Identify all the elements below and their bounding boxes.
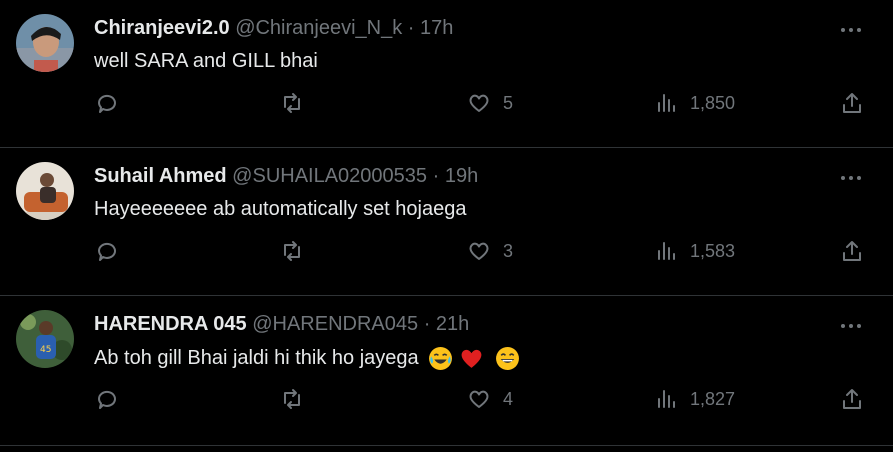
reply-text: Hayeeeeeee ab automatically set hojaega (94, 198, 467, 220)
comment-icon (97, 390, 116, 409)
retweet-button[interactable] (280, 384, 304, 414)
heart-icon (469, 242, 489, 260)
views-button[interactable]: 1,583 (654, 236, 735, 266)
avatar[interactable] (16, 162, 74, 220)
reply-item[interactable]: 45 HARENDRA 045 @HARENDRA045 · 21h Ab to… (0, 296, 893, 446)
views-button[interactable]: 1,850 (654, 88, 735, 118)
reply-header: Suhail Ahmed @SUHAILA02000535 · 19h (94, 165, 478, 188)
reply-button[interactable] (95, 236, 119, 266)
reply-text-container: Ab toh gill Bhai jaldi hi thik ho jayega (94, 346, 520, 371)
retweet-icon (284, 93, 300, 113)
reply-button[interactable] (95, 88, 119, 118)
reply-text: Ab toh gill Bhai jaldi hi thik ho jayega (94, 346, 419, 369)
separator-dot: · (407, 17, 415, 39)
retweet-icon (284, 389, 300, 409)
more-options-icon[interactable] (839, 174, 863, 182)
reply-item[interactable]: Chiranjeevi2.0 @Chiranjeevi_N_k · 17h we… (0, 0, 893, 148)
reply-header: HARENDRA 045 @HARENDRA045 · 21h (94, 313, 469, 336)
author-handle[interactable]: @SUHAILA02000535 (232, 165, 427, 187)
retweet-button[interactable] (280, 88, 304, 118)
comment-icon (97, 94, 116, 113)
separator-dot: · (423, 313, 431, 335)
author-name[interactable]: HARENDRA 045 (94, 313, 247, 335)
avatar[interactable]: 45 (16, 310, 74, 368)
svg-text:45: 45 (40, 345, 51, 355)
author-name[interactable]: Chiranjeevi2.0 (94, 17, 230, 39)
author-handle[interactable]: @Chiranjeevi_N_k (235, 17, 402, 39)
like-count: 3 (503, 240, 514, 261)
avatar[interactable] (16, 14, 74, 72)
heart-icon (469, 94, 489, 112)
share-icon (843, 241, 861, 261)
reply-button[interactable] (95, 384, 119, 414)
separator-dot: · (432, 165, 440, 187)
action-bar: 3 1,583 (0, 236, 893, 266)
like-count: 4 (503, 388, 514, 409)
action-bar: 5 1,850 (0, 88, 893, 118)
view-count: 1,583 (690, 240, 736, 261)
view-count: 1,827 (690, 388, 736, 409)
analytics-icon (658, 242, 675, 260)
view-count: 1,850 (690, 92, 736, 113)
timestamp[interactable]: 21h (436, 313, 469, 335)
like-button[interactable]: 5 (467, 88, 513, 118)
share-icon (843, 93, 861, 113)
grinning-emoji (496, 347, 520, 370)
share-button[interactable] (840, 384, 864, 414)
analytics-icon (658, 390, 675, 408)
author-name[interactable]: Suhail Ahmed (94, 165, 227, 187)
share-button[interactable] (840, 88, 864, 118)
share-icon (843, 389, 861, 409)
share-button[interactable] (840, 236, 864, 266)
timestamp[interactable]: 17h (420, 17, 453, 39)
timestamp[interactable]: 19h (445, 165, 478, 187)
reply-item[interactable]: Suhail Ahmed @SUHAILA02000535 · 19h Haye… (0, 148, 893, 296)
like-button[interactable]: 4 (467, 384, 513, 414)
retweet-button[interactable] (280, 236, 304, 266)
analytics-icon (658, 94, 675, 112)
heart-icon (469, 390, 489, 408)
author-handle[interactable]: @HARENDRA045 (252, 313, 418, 335)
more-options-icon[interactable] (839, 322, 863, 330)
like-count: 5 (503, 92, 514, 113)
views-button[interactable]: 1,827 (654, 384, 735, 414)
comment-icon (97, 242, 116, 261)
action-bar: 4 1,827 (0, 384, 893, 414)
more-options-icon[interactable] (839, 26, 863, 34)
like-button[interactable]: 3 (467, 236, 513, 266)
retweet-icon (284, 241, 300, 261)
replies-list: Chiranjeevi2.0 @Chiranjeevi_N_k · 17h we… (0, 0, 893, 446)
crying-laughing-emoji (429, 347, 453, 370)
red-heart-emoji (461, 349, 482, 368)
reply-text: well SARA and GILL bhai (94, 50, 318, 72)
reply-header: Chiranjeevi2.0 @Chiranjeevi_N_k · 17h (94, 17, 453, 40)
